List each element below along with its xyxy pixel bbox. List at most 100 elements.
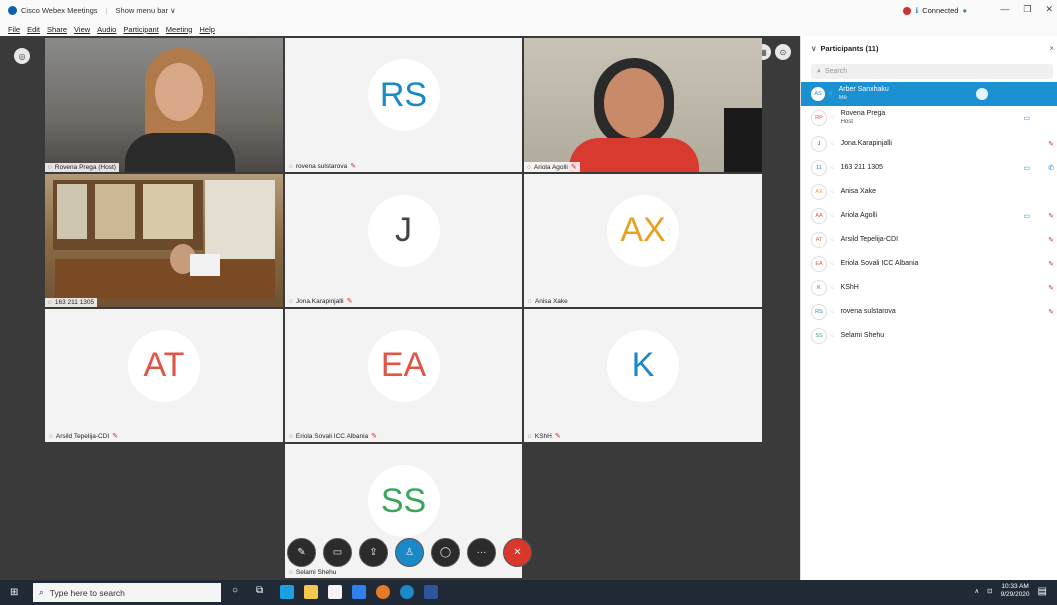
share-button[interactable]: ⇪: [359, 538, 388, 567]
show-menu-bar-toggle[interactable]: Show menu bar ∨: [116, 6, 176, 15]
avatar-tile[interactable]: RS ◌ rovena sulstarova ✎: [285, 38, 522, 172]
edge-icon[interactable]: [280, 585, 294, 599]
avatar-tile[interactable]: EA ◌ Eriola Sovali ICC Albania ✎: [285, 309, 522, 442]
tile-name: ◌ 163 211 1305: [45, 298, 98, 307]
notifications-icon[interactable]: ▤: [1038, 586, 1047, 597]
menu-share[interactable]: Share: [47, 25, 67, 34]
file-explorer-icon[interactable]: [304, 585, 318, 599]
avatar-tile[interactable]: K ◌ KShH ✎: [524, 309, 762, 442]
tile-name: ◌ Arsild Tepelija-CDI ✎: [49, 432, 119, 441]
end-call-icon: ✕: [513, 547, 522, 558]
audio-icon: ◌: [831, 189, 835, 195]
muted-mic-icon: ✎: [554, 433, 561, 440]
avatar-tile[interactable]: J ◌ Jona.Karapinjalli ✎: [285, 174, 522, 307]
end-call-button[interactable]: ✕: [503, 538, 532, 567]
system-tray: ∧ ⊡ 10:33 AM 9/29/2020 ▤: [974, 583, 1047, 599]
video-tile-active[interactable]: ◌ 163 211 1305: [45, 174, 283, 307]
participant-row[interactable]: RP ◌ Rovena Prega Host ▭: [801, 106, 1057, 130]
tile-name: ◌ Eriola Sovali ICC Albania ✎: [289, 432, 378, 441]
muted-mic-icon: ✎: [570, 164, 577, 171]
participant-row[interactable]: AA ◌ Ariola Agolli ▭ ✎: [801, 204, 1057, 228]
network-icon[interactable]: ⊡: [987, 587, 992, 595]
participant-row[interactable]: J ◌ Jona.Karapinjalli ✎: [801, 132, 1057, 156]
participant-row[interactable]: 11 ◌ 163 211 1305 ▭ ✆: [801, 156, 1057, 180]
audio-icon: ◌: [289, 432, 293, 440]
app-icon[interactable]: [352, 585, 366, 599]
chevron-up-icon[interactable]: ∧: [974, 587, 979, 595]
video-tile[interactable]: ◌ Ariola Agolli ✎: [524, 38, 762, 172]
app-name: Cisco Webex Meetings: [21, 6, 98, 15]
mute-button[interactable]: ✎: [287, 538, 316, 567]
taskbar-apps: ○ ⧉: [232, 585, 438, 599]
participant-row[interactable]: AS ◌ Arber Sanxhaku Me: [801, 82, 1057, 106]
camera-icon: ▭: [1023, 165, 1030, 172]
audio-icon: ◌: [831, 261, 835, 267]
more-button[interactable]: ···: [467, 538, 496, 567]
audio-icon: ◌: [289, 162, 293, 170]
participant-row[interactable]: EA ◌ Eriola Sovali ICC Albania ✎: [801, 252, 1057, 276]
camera-icon: ▭: [1023, 213, 1030, 220]
muted-mic-icon: ✎: [1048, 237, 1054, 244]
muted-mic-icon: ✎: [1048, 141, 1054, 148]
avatar: SS: [367, 465, 440, 537]
taskbar-search-input[interactable]: ⌕ Type here to search: [33, 583, 221, 602]
windows-start-icon[interactable]: ⊞: [10, 587, 18, 598]
cortana-icon[interactable]: ○: [232, 585, 246, 599]
participant-avatar: J: [811, 136, 827, 152]
menu-audio[interactable]: Audio: [97, 25, 116, 34]
chat-button[interactable]: ◯: [431, 538, 460, 567]
participant-row[interactable]: RS ◌ rovena sulstarova ✎: [801, 300, 1057, 324]
participant-avatar: RS: [811, 304, 827, 320]
connection-status[interactable]: ℹ Connected ●: [903, 6, 967, 15]
avatar: RS: [367, 59, 440, 131]
muted-mic-icon: ✎: [350, 163, 357, 170]
video-button[interactable]: ▭: [323, 538, 352, 567]
chrome-icon[interactable]: [376, 585, 390, 599]
participant-row[interactable]: K ◌ KShH ✎: [801, 276, 1057, 300]
search-icon: ⌕: [39, 587, 44, 597]
maximize-button[interactable]: ❐: [1023, 4, 1031, 15]
muted-mic-icon: ✎: [346, 298, 353, 305]
participant-row[interactable]: SS ◌ Selami Shehu: [801, 324, 1057, 348]
self-view-icon[interactable]: ⊙: [775, 44, 791, 60]
meeting-info-icon[interactable]: ◎: [14, 48, 30, 64]
participant-search-input[interactable]: ⌕ Search: [811, 64, 1053, 79]
menu-file[interactable]: File: [8, 25, 20, 34]
participant-avatar: SS: [811, 328, 827, 344]
tile-name: ◌ Selami Shehu: [289, 569, 337, 576]
word-icon[interactable]: [424, 585, 438, 599]
avatar-tile[interactable]: AX ◌ Anisa Xake: [524, 174, 762, 307]
clock[interactable]: 10:33 AM 9/29/2020: [1001, 583, 1030, 599]
participants-icon: ♙: [405, 547, 414, 558]
menu-meeting[interactable]: Meeting: [166, 25, 193, 34]
task-view-icon[interactable]: ⧉: [256, 585, 270, 599]
participant-row[interactable]: AX ◌ Anisa Xake: [801, 180, 1057, 204]
participant-avatar: EA: [811, 256, 827, 272]
audio-icon: ◌: [528, 432, 532, 440]
avatar-tile[interactable]: AT ◌ Arsild Tepelija-CDI ✎: [45, 309, 283, 442]
participant-row[interactable]: AT ◌ Arsild Tepelija-CDI ✎: [801, 228, 1057, 252]
search-icon: ⌕: [817, 67, 821, 75]
participants-button[interactable]: ♙: [395, 538, 424, 567]
menu-help[interactable]: Help: [199, 25, 214, 34]
webex-icon[interactable]: [400, 585, 414, 599]
store-icon[interactable]: [328, 585, 342, 599]
close-button[interactable]: ✕: [1045, 4, 1053, 15]
audio-icon: ◌: [289, 297, 293, 305]
meeting-controls: ✎ ▭ ⇪ ♙ ◯ ··· ✕: [287, 538, 532, 567]
tile-name: ◌ Rovena Prega (Host): [45, 163, 119, 172]
participant-avatar: AT: [811, 232, 827, 248]
panel-header[interactable]: ∨ Participants (11): [811, 44, 878, 53]
audio-icon: ◌: [829, 91, 833, 97]
avatar: AT: [128, 329, 200, 402]
audio-icon: ◌: [831, 333, 835, 339]
muted-mic-icon: ✎: [1048, 285, 1054, 292]
avatar: J: [367, 194, 440, 267]
panel-close-icon[interactable]: ×: [1049, 44, 1054, 53]
video-tile[interactable]: ◌ Rovena Prega (Host): [45, 38, 283, 172]
menu-view[interactable]: View: [74, 25, 90, 34]
menu-participant[interactable]: Participant: [123, 25, 158, 34]
menu-edit[interactable]: Edit: [27, 25, 40, 34]
connection-label: Connected: [922, 6, 959, 15]
minimize-button[interactable]: —: [1000, 4, 1009, 15]
